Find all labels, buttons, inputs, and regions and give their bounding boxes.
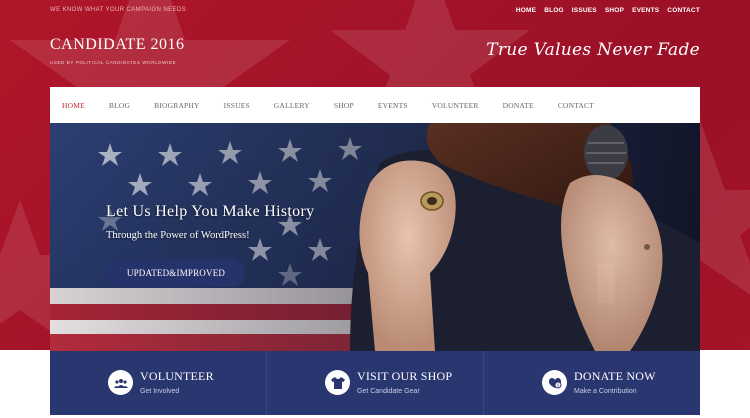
feature-donate-title[interactable]: DONATE NOW: [574, 369, 656, 384]
top-menu-shop[interactable]: SHOP: [605, 7, 624, 14]
hero-slider: Let Us Help You Make History Through the…: [50, 123, 700, 351]
top-menu-events[interactable]: EVENTS: [632, 7, 659, 14]
feature-shop[interactable]: VISIT OUR SHOP Get Candidate Gear: [267, 351, 484, 415]
nav-item-home[interactable]: HOME: [62, 101, 85, 110]
top-menu-issues[interactable]: ISSUES: [572, 7, 597, 14]
hero-subtitle: Through the Power of WordPress!: [106, 230, 250, 241]
feature-shop-title[interactable]: VISIT OUR SHOP: [357, 369, 452, 384]
feature-shop-subtitle: Get Candidate Gear: [357, 388, 420, 395]
top-menu-contact[interactable]: CONTACT: [667, 7, 700, 14]
tshirt-icon: [325, 370, 350, 395]
header-slogan: True Values Never Fade: [486, 40, 700, 60]
nav-item-events[interactable]: EVENTS: [378, 101, 408, 110]
feature-donate-subtitle: Make a Contribution: [574, 388, 637, 395]
group-icon: [108, 370, 133, 395]
feature-shop-text: VISIT OUR SHOP Get Candidate Gear: [357, 369, 452, 395]
nav-item-biography[interactable]: BIOGRAPHY: [154, 101, 200, 110]
feature-volunteer-text: VOLUNTEER Get Involved: [140, 369, 214, 395]
nav-item-blog[interactable]: BLOG: [109, 101, 130, 110]
feature-row: VOLUNTEER Get Involved VISIT OUR SHOP Ge…: [50, 351, 700, 415]
nav-item-volunteer[interactable]: VOLUNTEER: [432, 101, 479, 110]
site-title[interactable]: CANDIDATE 2016: [50, 36, 185, 54]
top-menu: HOME BLOG ISSUES SHOP EVENTS CONTACT: [516, 7, 700, 14]
site-description: USED BY POLITICAL CANDIDATES WORLDWIDE: [50, 60, 177, 65]
nav-item-donate[interactable]: DONATE: [503, 101, 534, 110]
nav-item-gallery[interactable]: GALLERY: [274, 101, 310, 110]
utility-bar: WE KNOW WHAT YOUR CAMPAIGN NEEDS HOME BL…: [50, 0, 700, 20]
main-navigation: HOME BLOG BIOGRAPHY ISSUES GALLERY SHOP …: [50, 87, 700, 123]
feature-donate[interactable]: $ DONATE NOW Make a Contribution: [484, 351, 700, 415]
hero-cta-button[interactable]: UPDATED&IMPROVED: [107, 259, 245, 287]
hero-title: Let Us Help You Make History: [106, 203, 315, 220]
feature-volunteer[interactable]: VOLUNTEER Get Involved: [50, 351, 267, 415]
donate-icon: $: [542, 370, 567, 395]
site-brand[interactable]: CANDIDATE 2016 USED BY POLITICAL CANDIDA…: [50, 36, 185, 65]
feature-donate-text: DONATE NOW Make a Contribution: [574, 369, 656, 395]
nav-item-shop[interactable]: SHOP: [334, 101, 354, 110]
nav-item-contact[interactable]: CONTACT: [558, 101, 594, 110]
top-menu-blog[interactable]: BLOG: [544, 7, 564, 14]
feature-volunteer-title[interactable]: VOLUNTEER: [140, 369, 214, 384]
top-menu-home[interactable]: HOME: [516, 7, 536, 14]
utility-tagline: WE KNOW WHAT YOUR CAMPAIGN NEEDS: [50, 7, 187, 13]
feature-volunteer-subtitle: Get Involved: [140, 388, 180, 395]
nav-item-issues[interactable]: ISSUES: [224, 101, 250, 110]
svg-text:$: $: [556, 382, 559, 387]
